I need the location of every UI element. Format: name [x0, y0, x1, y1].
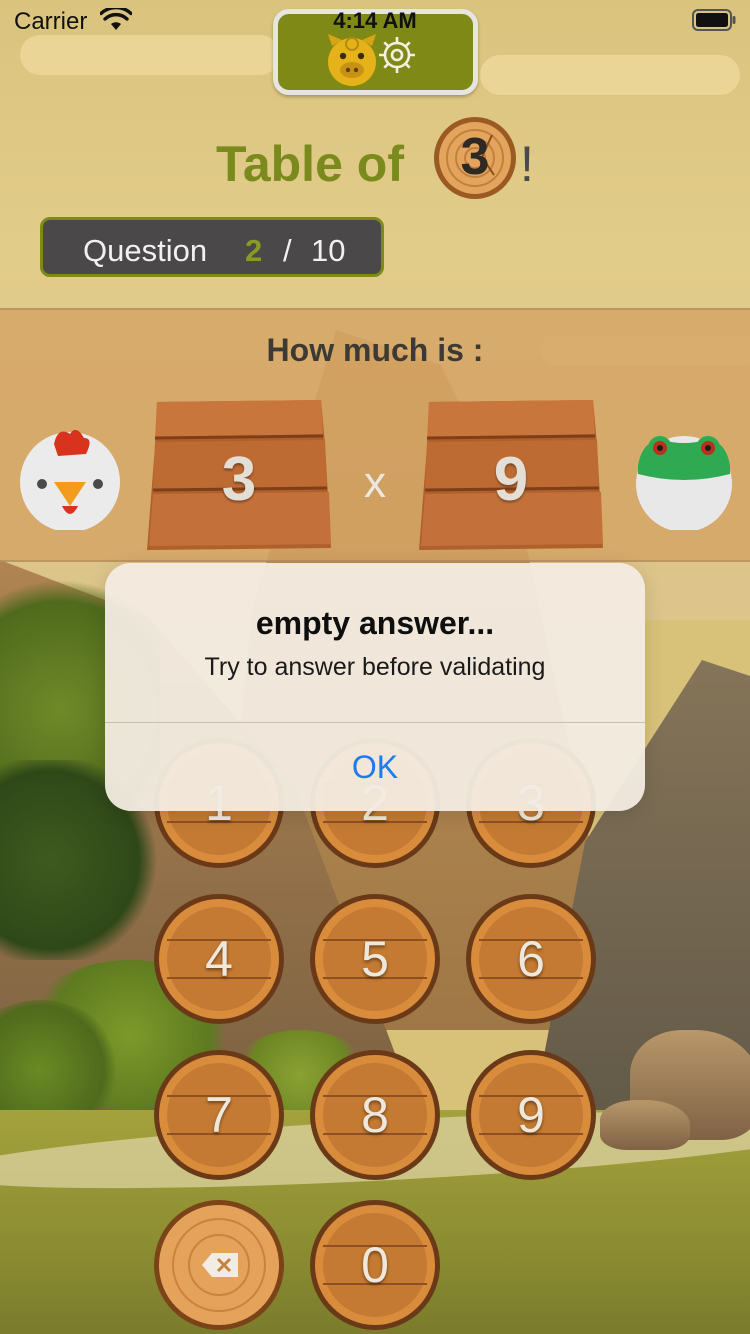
ok-button[interactable]: OK [105, 723, 645, 811]
alert-message: Try to answer before validating [204, 653, 546, 681]
alert-title: empty answer... [255, 605, 495, 641]
alert-dialog: empty answer... Try to answer before val… [105, 563, 645, 811]
